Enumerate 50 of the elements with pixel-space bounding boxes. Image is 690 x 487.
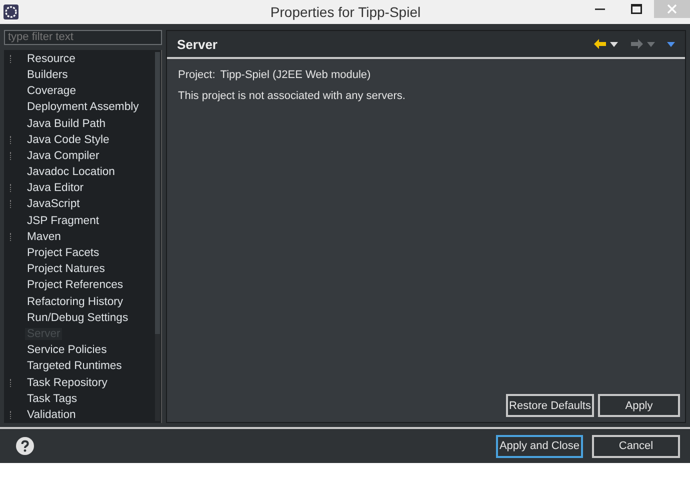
tree-item[interactable]: Run/Debug Settings	[25, 312, 130, 324]
tree-item[interactable]: Resource	[25, 52, 78, 65]
tree-item[interactable]: Project Facets	[25, 247, 102, 260]
back-arrow-icon[interactable]	[593, 38, 607, 50]
project-label: Project:	[178, 69, 216, 81]
maximize-icon[interactable]	[630, 4, 642, 14]
tree-item[interactable]: Validation	[25, 408, 78, 421]
apply-button[interactable]: Apply	[598, 394, 680, 417]
tree-item[interactable]: JSP Fragment	[25, 214, 101, 227]
server-message: This project is not associated with any servers.	[178, 90, 406, 102]
close-icon	[667, 4, 677, 14]
expand-icon[interactable]	[10, 136, 13, 144]
tree-item[interactable]: Builders	[25, 68, 70, 81]
project-name: Tipp-Spiel (J2EE Web module)	[220, 69, 371, 81]
restore-defaults-button[interactable]: Restore Defaults	[506, 394, 594, 417]
tree-item[interactable]: Maven	[25, 230, 63, 243]
tree-item[interactable]: Deployment Assembly	[25, 101, 141, 114]
help-icon[interactable]	[16, 437, 34, 455]
minimize-icon[interactable]	[595, 8, 605, 10]
tree-item[interactable]: Java Editor	[25, 182, 86, 194]
tree-item[interactable]: Project Natures	[25, 263, 107, 276]
app-icon	[3, 4, 19, 20]
tree-item[interactable]: Task Repository	[25, 376, 110, 389]
expand-icon[interactable]	[10, 410, 13, 419]
tree-item[interactable]: Task Tags	[25, 392, 80, 405]
forward-caret-icon[interactable]	[647, 42, 655, 46]
tree-item[interactable]: Service Policies	[25, 344, 109, 356]
tree-item[interactable]: Refactoring History	[25, 296, 126, 308]
tree-item[interactable]: Javadoc Location	[25, 166, 117, 178]
tree-item[interactable]: Java Code Style	[25, 134, 112, 146]
tree-item[interactable]: Coverage	[25, 85, 78, 98]
tree-item[interactable]: Java Build Path	[25, 118, 108, 130]
cancel-button[interactable]: Cancel	[592, 434, 680, 458]
expand-icon[interactable]	[10, 378, 13, 387]
page-title: Server	[177, 36, 218, 52]
tree-item[interactable]: Targeted Runtimes	[25, 360, 124, 372]
view-menu-icon[interactable]	[667, 42, 675, 46]
expand-icon[interactable]	[10, 232, 13, 241]
filter-field[interactable]: type filter text	[4, 30, 162, 45]
expand-icon[interactable]	[10, 152, 13, 160]
expand-icon[interactable]	[10, 54, 13, 63]
scrollbar[interactable]	[155, 52, 160, 421]
back-caret-icon[interactable]	[610, 42, 618, 46]
tree-item[interactable]: JavaScript	[25, 198, 82, 210]
window-title: Properties for Tipp-Spiel	[269, 4, 422, 20]
tree-item[interactable]: Java Compiler	[25, 150, 102, 162]
expand-icon[interactable]	[10, 200, 13, 208]
expand-icon[interactable]	[10, 184, 13, 192]
apply-and-close-button[interactable]: Apply and Close	[496, 434, 583, 458]
tree-item[interactable]: Project References	[25, 279, 126, 292]
